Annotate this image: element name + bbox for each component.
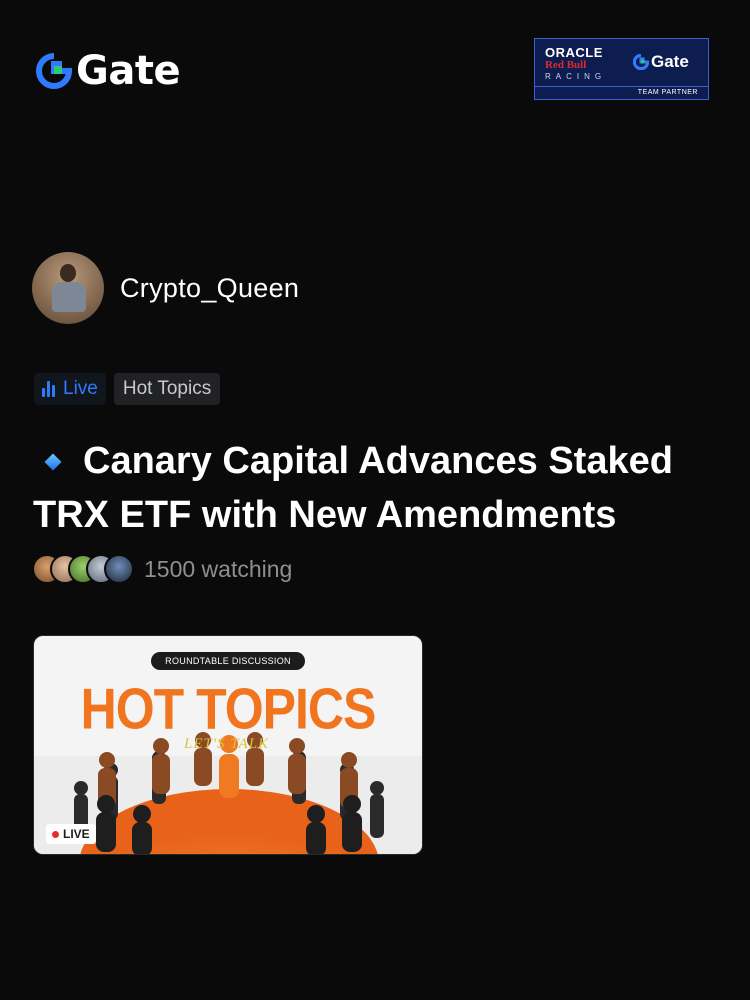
hot-topics-label: Hot Topics [122, 378, 212, 399]
gate-logo[interactable]: Gate [36, 48, 181, 94]
watcher-avatar [104, 554, 134, 584]
live-tag[interactable]: Live [34, 373, 106, 405]
live-badge-label: LIVE [63, 827, 90, 841]
post-tags: Live Hot Topics [34, 373, 221, 405]
live-dot-icon [52, 830, 59, 838]
live-tag-label: Live [63, 378, 98, 399]
watchers-row[interactable]: 1500 watching [32, 554, 292, 584]
roundtable-pill: ROUNDTABLE DISCUSSION [151, 652, 305, 670]
stream-thumbnail[interactable]: ROUNDTABLE DISCUSSION HOT TOPICS LET'S T… [33, 635, 423, 855]
live-badge: LIVE [46, 824, 96, 844]
team-partner-badge[interactable]: ORACLE Red Bull RACING Gate TEAM PARTNER [534, 38, 709, 100]
partner-oracle-text: ORACLE [545, 45, 603, 60]
watcher-avatars [32, 554, 134, 584]
author-avatar[interactable] [32, 252, 104, 324]
partner-redbull-text: Red Bull [545, 59, 587, 71]
diamond-icon [33, 448, 83, 478]
avatar-body [52, 282, 86, 312]
partner-gate-logo: Gate [633, 52, 689, 72]
hot-topics-tag[interactable]: Hot Topics [113, 373, 221, 405]
watching-count: 1500 watching [144, 555, 293, 582]
gate-logo-icon [36, 53, 72, 89]
post-title[interactable]: Canary Capital Advances Staked TRX ETF w… [33, 434, 723, 542]
author-name[interactable]: Crypto_Queen [120, 273, 299, 304]
post-title-text: Canary Capital Advances Staked TRX ETF w… [33, 440, 673, 536]
partner-racing-text: RACING [545, 72, 607, 81]
avatar-head [60, 264, 76, 282]
partner-footer-text: TEAM PARTNER [637, 89, 698, 96]
lets-talk-text: LET'S TALK [184, 736, 270, 752]
gate-logo-text: Gate [76, 48, 181, 94]
gate-small-icon [633, 54, 649, 70]
hot-topics-headline: HOT TOPICS [80, 676, 377, 742]
partner-gate-text: Gate [651, 52, 689, 71]
live-bars-icon [42, 381, 55, 397]
author-row[interactable]: Crypto_Queen [32, 252, 299, 324]
partner-divider [535, 86, 708, 87]
